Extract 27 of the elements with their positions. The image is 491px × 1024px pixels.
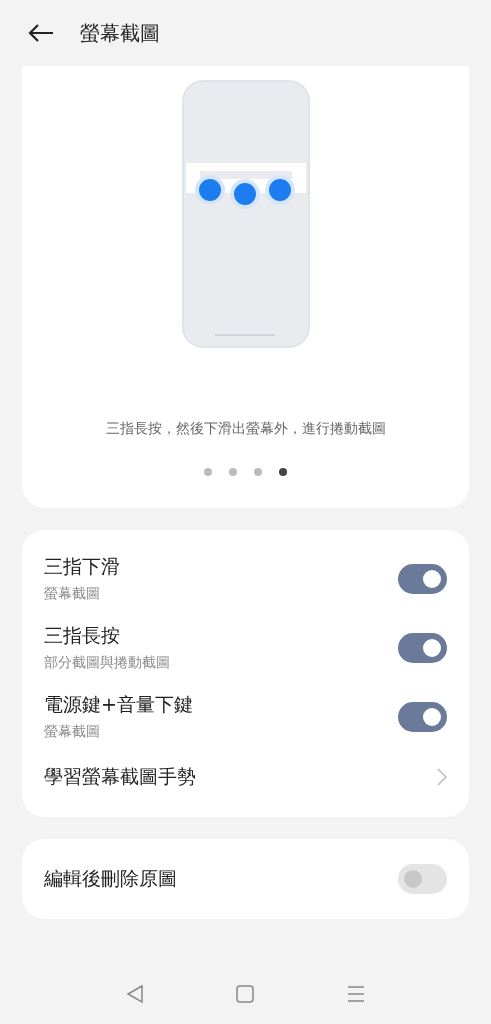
toggle-switch[interactable]: [398, 701, 447, 732]
setting-title: 三指下滑: [44, 554, 121, 579]
tutorial-caption: 三指長按，然後下滑出螢幕外，進行捲動截圖: [105, 420, 386, 438]
page-dot[interactable]: [254, 468, 262, 476]
settings-row[interactable]: 學習螢幕截圖手勢: [22, 751, 469, 803]
back-nav-button[interactable]: [126, 983, 145, 1004]
setting-title: 電源鍵+音量下鍵: [44, 692, 194, 717]
page-dot[interactable]: [279, 468, 287, 476]
chevron-right-icon: [437, 768, 447, 786]
home-nav-button[interactable]: [236, 984, 255, 1003]
toggle-switch[interactable]: [398, 864, 447, 894]
setting-title: 三指長按: [44, 623, 121, 648]
settings-row[interactable]: 三指下滑 螢幕截圖: [22, 544, 469, 613]
settings-row[interactable]: 電源鍵+音量下鍵 螢幕截圖: [22, 682, 469, 751]
page-dot[interactable]: [204, 468, 212, 476]
page-title: 螢幕截圖: [80, 19, 160, 47]
setting-subtitle: 螢幕截圖: [44, 585, 101, 603]
setting-subtitle: 部分截圖與捲動截圖: [44, 654, 171, 672]
settings-row[interactable]: 三指長按 部分截圖與捲動截圖: [22, 613, 469, 682]
settings-row[interactable]: 編輯後刪除原圖: [22, 853, 469, 905]
toggle-switch[interactable]: [398, 632, 447, 663]
toggle-switch[interactable]: [398, 563, 447, 594]
setting-title: 編輯後刪除原圖: [44, 866, 178, 891]
menu-nav-button[interactable]: [346, 984, 365, 1003]
page-dot[interactable]: [229, 468, 237, 476]
setting-subtitle: 螢幕截圖: [44, 723, 101, 741]
setting-title: 學習螢幕截圖手勢: [44, 764, 197, 789]
